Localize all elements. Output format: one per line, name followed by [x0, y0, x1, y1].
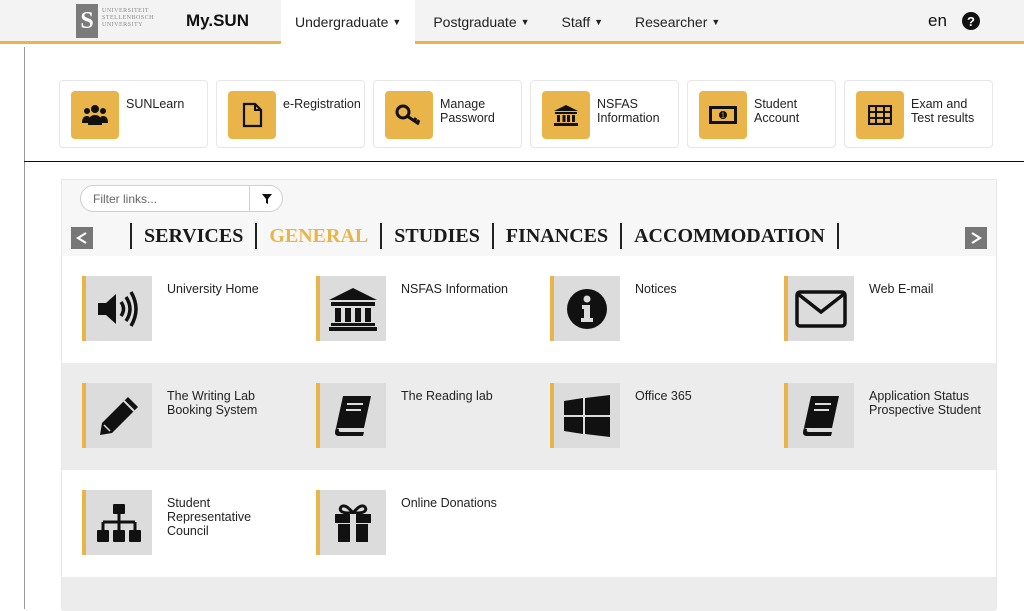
- separator: [620, 223, 623, 249]
- left-border: [24, 47, 25, 609]
- filter-input[interactable]: [93, 190, 243, 208]
- caret-down-icon: ▼: [711, 17, 721, 27]
- book-icon: [784, 383, 854, 448]
- money-icon: 1: [699, 91, 747, 139]
- tab-accommodation[interactable]: ACCOMMODATION: [634, 225, 825, 248]
- help-icon[interactable]: ?: [962, 12, 980, 30]
- pencil-icon: [82, 383, 152, 448]
- separator: [380, 223, 383, 249]
- info-icon: [550, 276, 620, 341]
- links-row: University Home NSFAS Information Notice…: [62, 256, 996, 363]
- link-reading-lab[interactable]: The Reading lab: [296, 383, 516, 451]
- table-icon: [856, 91, 904, 139]
- book-icon: [316, 383, 386, 448]
- tab-staff[interactable]: Staff ▼: [548, 0, 617, 44]
- nav-tabs: Undergraduate ▼ Postgraduate ▼ Staff ▼ Rese…: [281, 0, 738, 44]
- link-office-365[interactable]: Office 365: [530, 383, 750, 451]
- sitemap-icon: [82, 490, 152, 555]
- quick-link-student-account[interactable]: 1 Student Account: [687, 80, 836, 148]
- link-label: University Home: [167, 282, 259, 296]
- link-application-status[interactable]: Application Status Prospective Student: [764, 383, 984, 451]
- quick-link-sunlearn[interactable]: SUNLearn: [59, 80, 208, 148]
- top-navbar: S UNIVERSITEIT STELLENBOSCH UNIVERSITY M…: [0, 0, 1024, 44]
- links-row: The Writing Lab Booking System The Readi…: [62, 363, 996, 470]
- quick-link-label: e-Registration: [283, 97, 361, 111]
- tab-postgraduate[interactable]: Postgraduate ▼: [419, 0, 543, 44]
- separator: [491, 223, 494, 249]
- tab-studies[interactable]: STUDIES: [394, 225, 480, 248]
- quick-link-label: Manage Password: [440, 97, 495, 125]
- gift-icon: [316, 490, 386, 555]
- separator: [836, 223, 839, 249]
- logo-text: UNIVERSITEIT STELLENBOSCH UNIVERSITY: [102, 8, 155, 28]
- link-label: Web E-mail: [869, 282, 934, 296]
- separator: [130, 223, 132, 249]
- quick-links: SUNLearn e-Registration Manage Password …: [59, 80, 993, 148]
- section-divider: [24, 161, 1024, 162]
- quick-link-e-registration[interactable]: e-Registration: [216, 80, 365, 148]
- links-grid: University Home NSFAS Information Notice…: [62, 256, 996, 611]
- links-row: Student Representative Council Online Do…: [62, 470, 996, 577]
- link-label: The Writing Lab Booking System: [167, 389, 258, 417]
- link-label: Office 365: [635, 389, 692, 403]
- category-tabs: SERVICES GENERAL STUDIES FINANCES ACCOMM…: [118, 223, 851, 249]
- scroll-left-button[interactable]: [71, 227, 93, 249]
- quick-link-label: Student Account: [754, 97, 800, 125]
- quick-link-label: SUNLearn: [126, 97, 185, 111]
- tab-researcher[interactable]: Researcher ▼: [621, 0, 734, 44]
- volume-icon: [82, 276, 152, 341]
- users-icon: [71, 91, 119, 139]
- bank-icon: [542, 91, 590, 139]
- link-label: NSFAS Information: [401, 282, 508, 296]
- key-icon: [385, 91, 433, 139]
- filter-icon: [261, 193, 272, 204]
- document-icon: [228, 91, 276, 139]
- link-label: Student Representative Council: [167, 496, 252, 538]
- university-logo[interactable]: S UNIVERSITEIT STELLENBOSCH UNIVERSITY: [76, 4, 176, 38]
- tab-general[interactable]: GENERAL: [269, 225, 368, 248]
- link-label: Application Status Prospective Student: [869, 389, 981, 417]
- link-label: Online Donations: [401, 496, 497, 510]
- link-online-donations[interactable]: Online Donations: [296, 490, 516, 558]
- svg-text:1: 1: [721, 113, 725, 120]
- tab-services[interactable]: SERVICES: [144, 225, 243, 248]
- windows-icon: [550, 383, 620, 448]
- separator: [255, 223, 258, 249]
- quick-link-nsfas[interactable]: NSFAS Information: [530, 80, 679, 148]
- chevron-left-icon: [76, 232, 87, 244]
- link-label: The Reading lab: [401, 389, 493, 403]
- quick-link-manage-password[interactable]: Manage Password: [373, 80, 522, 148]
- chevron-right-icon: [971, 232, 982, 244]
- link-label: Notices: [635, 282, 677, 296]
- category-bar: SERVICES GENERAL STUDIES FINANCES ACCOMM…: [62, 220, 996, 256]
- envelope-icon: [784, 276, 854, 341]
- link-web-email[interactable]: Web E-mail: [764, 276, 984, 344]
- caret-down-icon: ▼: [392, 17, 402, 27]
- crest-icon: S: [76, 4, 98, 38]
- link-writing-lab[interactable]: The Writing Lab Booking System: [62, 383, 282, 451]
- quick-link-exam-results[interactable]: Exam and Test results: [844, 80, 993, 148]
- bank-icon: [316, 276, 386, 341]
- links-row-empty: [62, 577, 996, 611]
- tab-undergraduate[interactable]: Undergraduate ▼: [281, 0, 416, 44]
- caret-down-icon: ▼: [594, 17, 604, 27]
- quick-link-label: Exam and Test results: [911, 97, 975, 125]
- brand-title[interactable]: My.SUN: [186, 11, 249, 31]
- scroll-right-button[interactable]: [965, 227, 987, 249]
- links-panel: SERVICES GENERAL STUDIES FINANCES ACCOMM…: [61, 179, 997, 611]
- language-switch[interactable]: en: [928, 11, 947, 31]
- tab-finances[interactable]: FINANCES: [506, 225, 608, 248]
- link-nsfas-information[interactable]: NSFAS Information: [296, 276, 516, 344]
- quick-link-label: NSFAS Information: [597, 97, 660, 125]
- link-student-representative-council[interactable]: Student Representative Council: [62, 490, 282, 558]
- link-university-home[interactable]: University Home: [62, 276, 282, 344]
- filter-button[interactable]: [249, 186, 283, 211]
- filter-box: [80, 185, 283, 212]
- caret-down-icon: ▼: [520, 17, 530, 27]
- link-notices[interactable]: Notices: [530, 276, 750, 344]
